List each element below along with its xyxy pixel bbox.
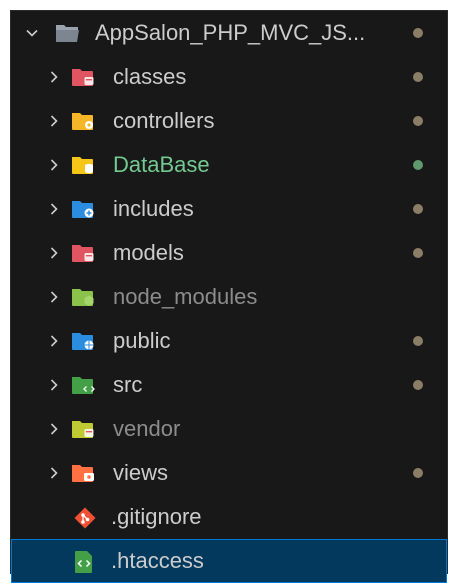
includes-folder-icon [71, 198, 95, 220]
folder-row-database[interactable]: DataBase [11, 143, 447, 187]
folder-label: classes [113, 64, 187, 89]
folder-label: DataBase [113, 152, 210, 177]
modified-indicator-dot [413, 28, 423, 38]
folder-label: views [113, 460, 169, 485]
root-folder-row[interactable]: AppSalon_PHP_MVC_JS... [11, 11, 447, 55]
folder-label: includes [113, 196, 194, 221]
git-status-dot [413, 248, 423, 258]
public-folder-icon [71, 330, 95, 352]
folder-label: controllers [113, 108, 215, 133]
chevron-right-icon[interactable] [45, 286, 63, 308]
folder-label: models [113, 240, 184, 265]
chevron-right-icon[interactable] [45, 154, 63, 176]
models-folder-icon [71, 242, 95, 264]
git-status-dot [413, 380, 423, 390]
src-folder-icon [71, 374, 95, 396]
file-row-htaccess[interactable]: .htaccess [11, 539, 447, 583]
git-status-dot [413, 72, 423, 82]
folder-row-classes[interactable]: classes [11, 55, 447, 99]
git-status-dot [413, 160, 423, 170]
folder-row-models[interactable]: models [11, 231, 447, 275]
chevron-right-icon[interactable] [45, 242, 63, 264]
file-label: .gitignore [111, 504, 202, 529]
file-explorer-panel: AppSalon_PHP_MVC_JS... classes controller… [10, 10, 448, 583]
classes-folder-icon [71, 66, 95, 88]
file-label: .htaccess [111, 548, 204, 573]
views-folder-icon [71, 462, 95, 484]
folder-label: vendor [113, 416, 181, 441]
folder-label: node_modules [113, 284, 258, 309]
chevron-right-icon[interactable] [45, 462, 63, 484]
folder-open-icon [55, 22, 79, 44]
folder-label: public [113, 328, 171, 353]
root-folder-label: AppSalon_PHP_MVC_JS... [95, 20, 366, 45]
file-tree: AppSalon_PHP_MVC_JS... classes controller… [11, 11, 447, 583]
controllers-folder-icon [71, 110, 95, 132]
git-status-dot [413, 336, 423, 346]
folder-row-views[interactable]: views [11, 451, 447, 495]
node-modules-folder-icon [71, 286, 95, 308]
chevron-right-icon[interactable] [45, 66, 63, 88]
git-icon [73, 506, 97, 529]
folder-label: src [113, 372, 143, 397]
chevron-right-icon[interactable] [45, 110, 63, 132]
chevron-right-icon[interactable] [45, 330, 63, 352]
vendor-folder-icon [71, 418, 95, 440]
git-status-dot [413, 468, 423, 478]
folder-row-controllers[interactable]: controllers [11, 99, 447, 143]
database-folder-icon [71, 154, 95, 176]
folder-row-includes[interactable]: includes [11, 187, 447, 231]
chevron-right-icon[interactable] [45, 198, 63, 220]
folder-row-src[interactable]: src [11, 363, 447, 407]
chevron-right-icon[interactable] [45, 418, 63, 440]
htaccess-file-icon [73, 550, 97, 573]
file-row-gitignore[interactable]: .gitignore [11, 495, 447, 539]
git-status-dot [413, 204, 423, 214]
chevron-right-icon[interactable] [45, 374, 63, 396]
folder-row-vendor[interactable]: vendor [11, 407, 447, 451]
git-status-dot [413, 116, 423, 126]
folder-row-public[interactable]: public [11, 319, 447, 363]
folder-row-node-modules[interactable]: node_modules [11, 275, 447, 319]
chevron-down-icon[interactable] [23, 22, 41, 44]
